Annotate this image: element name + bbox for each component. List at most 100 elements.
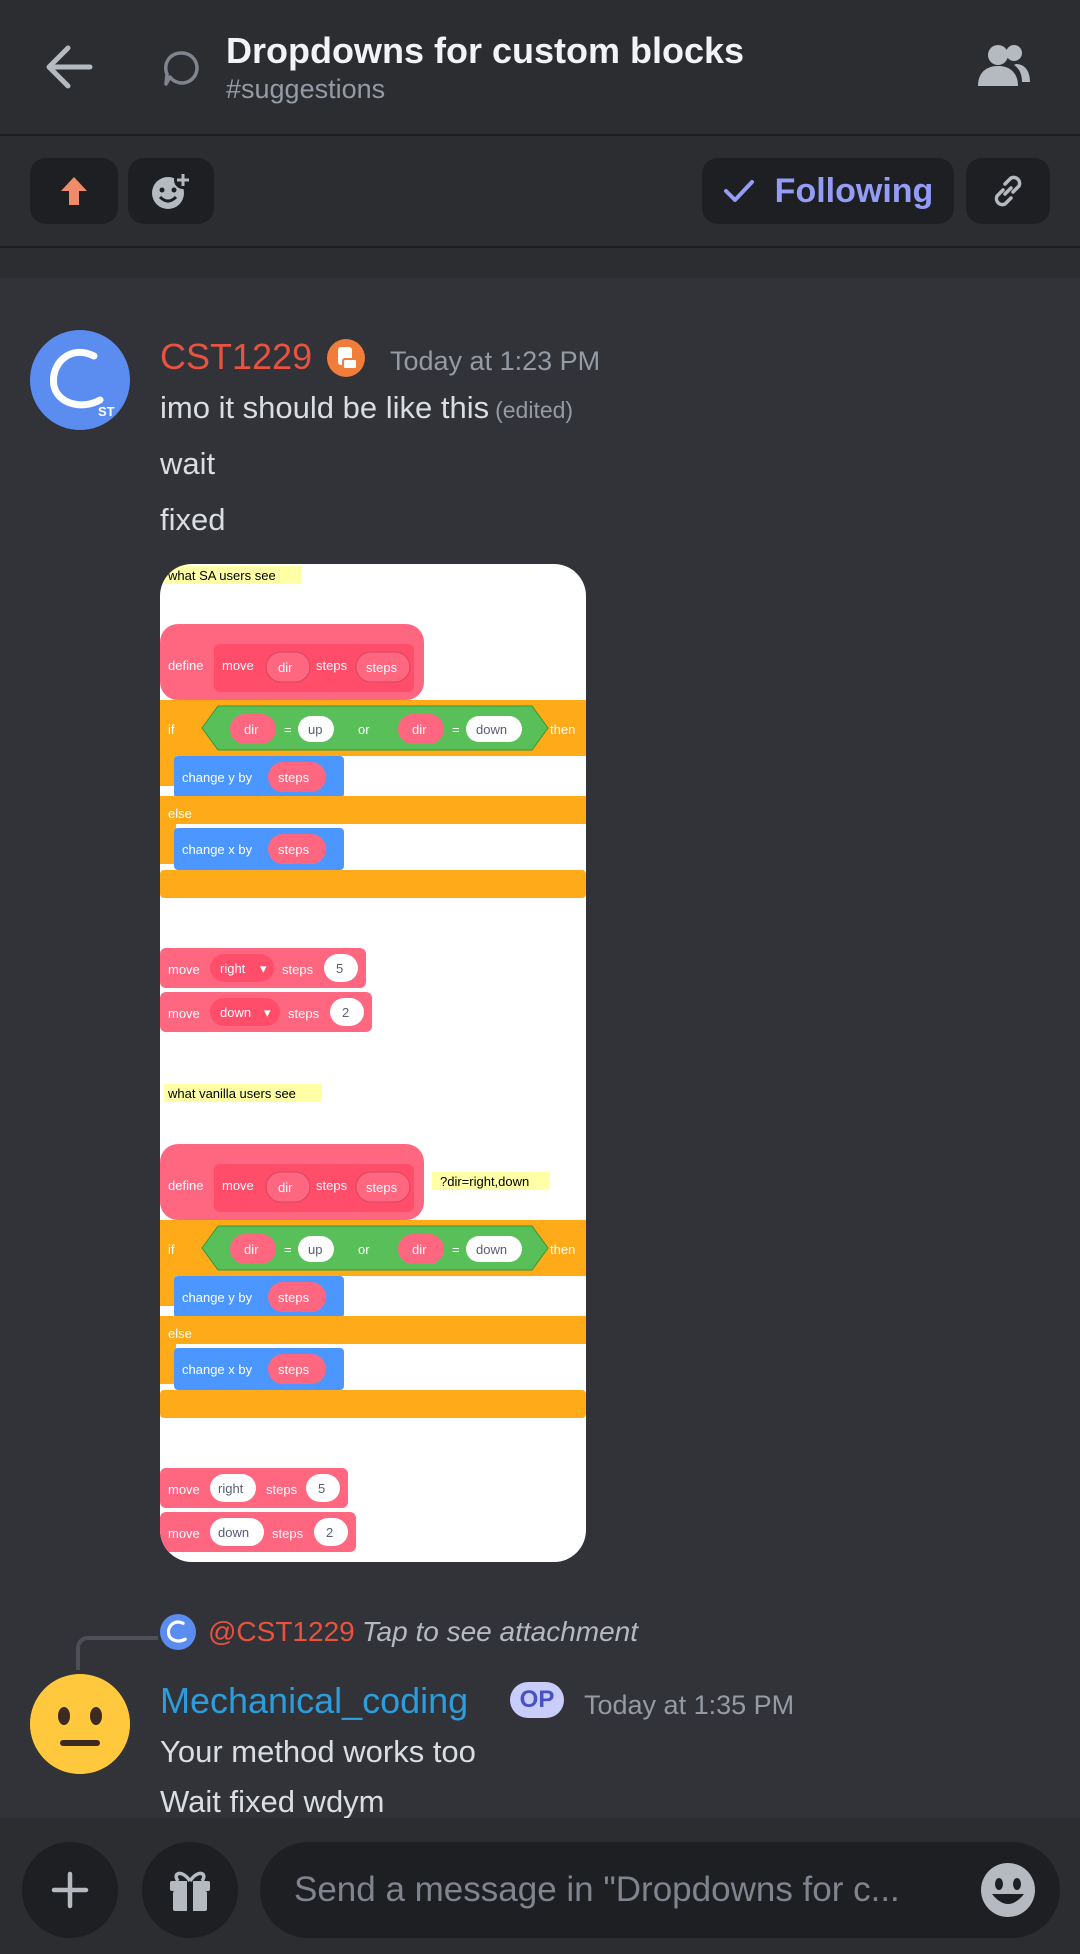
avatar-cst1229-icon [166,1620,187,1643]
gift-button[interactable] [142,1842,238,1938]
svg-text:steps: steps [266,1482,298,1497]
svg-text:what vanilla users see: what vanilla users see [167,1086,296,1101]
svg-text:2: 2 [342,1005,349,1020]
svg-text:right: right [218,1481,244,1496]
following-button[interactable]: Following [702,158,954,224]
svg-text:dir: dir [412,722,427,737]
reply-connector [76,1636,158,1670]
svg-text:change x by: change x by [182,1362,253,1377]
svg-text:or: or [358,722,370,737]
svg-text:steps: steps [288,1006,320,1021]
message-timestamp: Today at 1:35 PM [584,1690,795,1720]
upvote-button[interactable] [30,158,118,224]
svg-text:steps: steps [282,962,314,977]
svg-text:dir: dir [244,1242,259,1257]
following-label: Following [774,171,934,210]
svg-text:move: move [168,1482,200,1497]
message-input-placeholder: Send a message in "Dropdowns for c... [294,1870,900,1909]
svg-text:define: define [168,1178,203,1193]
svg-text:move: move [168,1526,200,1541]
avatar[interactable]: ST [30,330,130,430]
svg-text:down: down [220,1005,251,1020]
svg-text:down: down [476,722,507,737]
svg-text:else: else [168,1326,192,1341]
svg-text:steps: steps [366,1180,398,1195]
svg-text:dir: dir [278,660,293,675]
svg-text:=: = [452,722,460,737]
emoji-icon[interactable] [978,1860,1038,1920]
svg-text:then: then [550,1242,575,1257]
svg-text:5: 5 [336,961,343,976]
neutral-face-emoji-icon [30,1674,130,1774]
op-badge: OP [510,1682,564,1718]
svg-text:dir: dir [244,722,259,737]
svg-text:steps: steps [366,660,398,675]
message-line: Your method works too [160,1734,476,1769]
label-sa: what SA users see [167,568,276,583]
reply-avatar [160,1614,196,1650]
svg-text:or: or [358,1242,370,1257]
svg-text:move: move [222,658,254,673]
message-line: imo it should be like this (edited) [160,390,573,426]
message-text: imo it should be like this [160,390,490,425]
link-icon [994,175,1022,207]
svg-text:if: if [168,722,175,737]
svg-text:steps: steps [278,1362,310,1377]
message-username[interactable]: CST1229 [160,336,312,378]
message-timestamp: Today at 1:23 PM [390,346,601,376]
message-line: fixed [160,502,226,537]
message-composer: Send a message in "Dropdowns for c... [0,1818,1080,1954]
thread-title: Dropdowns for custom blocks [226,30,745,71]
reply-preview[interactable]: Tap to see attachment [362,1616,638,1648]
thread-action-bar: Following [0,136,1080,248]
svg-text:?dir=right,down: ?dir=right,down [440,1174,529,1189]
edited-label: (edited) [495,397,574,423]
svg-text:ST: ST [98,404,115,419]
svg-text:steps: steps [316,658,348,673]
image-attachment[interactable]: what SA users see define move dir steps … [160,564,586,1562]
svg-text:2: 2 [326,1525,333,1540]
upvote-arrow-icon [61,177,87,205]
add-reaction-icon [152,171,192,209]
svg-text:else: else [168,806,192,821]
svg-text:dir: dir [412,1242,427,1257]
plus-icon [51,1871,89,1909]
svg-text:steps: steps [316,1178,348,1193]
svg-text:=: = [284,722,292,737]
members-icon[interactable] [976,40,1032,90]
svg-text:then: then [550,722,575,737]
copy-link-button[interactable] [966,158,1050,224]
attach-button[interactable] [22,1842,118,1938]
add-reaction-button[interactable] [128,158,214,224]
gift-icon [170,1871,210,1911]
svg-text:▾: ▾ [264,1005,271,1020]
divider-stripe [0,248,1080,278]
svg-text:up: up [308,1242,322,1257]
message-input[interactable]: Send a message in "Dropdowns for c... [260,1842,1060,1938]
svg-text:steps: steps [278,770,310,785]
svg-text:down: down [218,1525,249,1540]
checkmark-icon [723,180,754,202]
svg-text:5: 5 [318,1481,325,1496]
top-bar: Dropdowns for custom blocks #suggestions [0,0,1080,136]
svg-text:move: move [222,1178,254,1193]
svg-text:dir: dir [278,1180,293,1195]
back-arrow-icon[interactable] [42,42,96,92]
role-badge-icon [327,339,365,377]
avatar[interactable] [30,1674,130,1774]
svg-text:change y by: change y by [182,770,253,785]
message-username[interactable]: Mechanical_coding [160,1680,468,1722]
svg-text:=: = [452,1242,460,1257]
svg-text:if: if [168,1242,175,1257]
svg-text:right: right [220,961,246,976]
channel-name[interactable]: #suggestions [226,74,385,105]
reply-username[interactable]: @CST1229 [208,1616,355,1648]
avatar-cst1229-icon: ST [50,348,115,419]
message-line: wait [160,446,216,481]
svg-text:change y by: change y by [182,1290,253,1305]
svg-text:=: = [284,1242,292,1257]
svg-text:steps: steps [272,1526,304,1541]
svg-text:down: down [476,1242,507,1257]
svg-text:change x by: change x by [182,842,253,857]
svg-text:move: move [168,1006,200,1021]
